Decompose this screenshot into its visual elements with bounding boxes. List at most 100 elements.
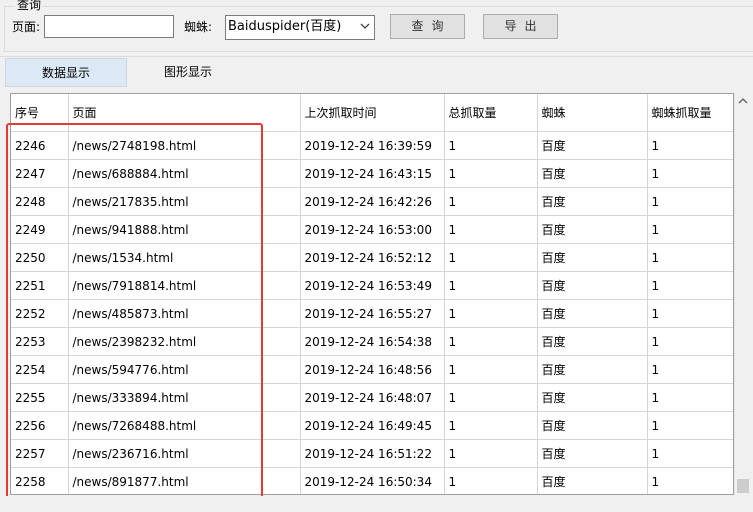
cell-spider: 百度 <box>537 271 648 300</box>
cell-page: /news/236716.html <box>68 439 301 468</box>
cell-total-crawls: 1 <box>444 355 538 384</box>
cell-index: 2253 <box>11 327 69 356</box>
cell-page: /news/1534.html <box>68 243 301 272</box>
page-input[interactable] <box>44 15 174 38</box>
table-row[interactable]: 2256/news/7268488.html 2019-12-24 16:49:4… <box>11 411 733 440</box>
cell-spider-crawls: 1 <box>647 243 733 272</box>
cell-total-crawls: 1 <box>444 271 538 300</box>
cell-spider: 百度 <box>537 299 648 328</box>
cell-total-crawls: 1 <box>444 439 538 468</box>
cell-index: 2251 <box>11 271 69 300</box>
cell-spider: 百度 <box>537 215 648 244</box>
table-row[interactable]: 2254/news/594776.html 2019-12-24 16:48:56… <box>11 355 733 384</box>
col-header-total-crawls[interactable]: 总抓取量 <box>444 94 538 132</box>
table-row[interactable]: 2258/news/891877.html 2019-12-24 16:50:34… <box>11 467 733 494</box>
cell-page: /news/2748198.html <box>68 131 301 160</box>
cell-spider: 百度 <box>537 187 648 216</box>
cell-index: 2258 <box>11 467 69 494</box>
cell-index: 2247 <box>11 159 69 188</box>
cell-spider: 百度 <box>537 131 648 160</box>
cell-last-crawl: 2019-12-24 16:39:59 <box>300 131 445 160</box>
table-row[interactable]: 2255/news/333894.html 2019-12-24 16:48:07… <box>11 383 733 412</box>
table-row[interactable]: 2247/news/688884.html 2019-12-24 16:43:15… <box>11 159 733 188</box>
cell-index: 2255 <box>11 383 69 412</box>
cell-total-crawls: 1 <box>444 159 538 188</box>
cell-last-crawl: 2019-12-24 16:52:12 <box>300 243 445 272</box>
tab-chart-view[interactable]: 图形显示 <box>127 58 249 87</box>
cell-spider-crawls: 1 <box>647 327 733 356</box>
cell-spider-crawls: 1 <box>647 383 733 412</box>
cell-total-crawls: 1 <box>444 383 538 412</box>
cell-page: /news/2398232.html <box>68 327 301 356</box>
cell-spider-crawls: 1 <box>647 187 733 216</box>
col-header-index[interactable]: 序号 <box>11 94 69 132</box>
cell-last-crawl: 2019-12-24 16:55:27 <box>300 299 445 328</box>
table-row[interactable]: 2249/news/941888.html 2019-12-24 16:53:00… <box>11 215 733 244</box>
col-header-last-crawl[interactable]: 上次抓取时间 <box>300 94 445 132</box>
table-header-row: 序号 页面 上次抓取时间 总抓取量 蜘蛛 蜘蛛抓取量 <box>11 94 733 132</box>
tab-data-view[interactable]: 数据显示 <box>5 58 127 87</box>
cell-index: 2248 <box>11 187 69 216</box>
cell-spider-crawls: 1 <box>647 299 733 328</box>
cell-spider-crawls: 1 <box>647 467 733 494</box>
cell-index: 2246 <box>11 131 69 160</box>
cell-spider: 百度 <box>537 159 648 188</box>
cell-total-crawls: 1 <box>444 131 538 160</box>
window-bottom-edge <box>0 496 753 512</box>
cell-index: 2250 <box>11 243 69 272</box>
cell-spider-crawls: 1 <box>647 131 733 160</box>
cell-page: /news/688884.html <box>68 159 301 188</box>
cell-spider: 百度 <box>537 467 648 494</box>
table-row[interactable]: 2257/news/236716.html 2019-12-24 16:51:22… <box>11 439 733 468</box>
cell-last-crawl: 2019-12-24 16:53:00 <box>300 215 445 244</box>
cell-spider-crawls: 1 <box>647 215 733 244</box>
cell-last-crawl: 2019-12-24 16:51:22 <box>300 439 445 468</box>
cell-last-crawl: 2019-12-24 16:48:56 <box>300 355 445 384</box>
cell-spider-crawls: 1 <box>647 411 733 440</box>
cell-last-crawl: 2019-12-24 16:49:45 <box>300 411 445 440</box>
cell-spider: 百度 <box>537 327 648 356</box>
chevron-down-icon <box>360 23 370 29</box>
cell-spider: 百度 <box>537 411 648 440</box>
cell-page: /news/941888.html <box>68 215 301 244</box>
data-table: 序号 页面 上次抓取时间 总抓取量 蜘蛛 蜘蛛抓取量 2246/news/274… <box>11 94 733 494</box>
cell-spider-crawls: 1 <box>647 439 733 468</box>
spider-select[interactable]: Baiduspider(百度) <box>225 15 375 40</box>
cell-total-crawls: 1 <box>444 215 538 244</box>
cell-spider-crawls: 1 <box>647 355 733 384</box>
cell-total-crawls: 1 <box>444 467 538 494</box>
cell-page: /news/891877.html <box>68 467 301 494</box>
cell-total-crawls: 1 <box>444 411 538 440</box>
cell-index: 2257 <box>11 439 69 468</box>
cell-last-crawl: 2019-12-24 16:54:38 <box>300 327 445 356</box>
cell-spider-crawls: 1 <box>647 159 733 188</box>
cell-last-crawl: 2019-12-24 16:48:07 <box>300 383 445 412</box>
data-grid: 序号 页面 上次抓取时间 总抓取量 蜘蛛 蜘蛛抓取量 2246/news/274… <box>10 93 734 495</box>
spider-select-value: Baiduspider(百度) <box>228 19 342 34</box>
export-button[interactable]: 导出 <box>483 14 558 39</box>
table-row[interactable]: 2253/news/2398232.html 2019-12-24 16:54:3… <box>11 327 733 356</box>
table-row[interactable]: 2252/news/485873.html 2019-12-24 16:55:27… <box>11 299 733 328</box>
vertical-scrollbar[interactable] <box>734 93 751 495</box>
table-row[interactable]: 2248/news/217835.html 2019-12-24 16:42:26… <box>11 187 733 216</box>
query-button[interactable]: 查询 <box>390 14 465 39</box>
cell-last-crawl: 2019-12-24 16:53:49 <box>300 271 445 300</box>
scroll-up-arrow-icon[interactable] <box>735 93 751 110</box>
page-label: 页面: <box>12 20 41 34</box>
table-row[interactable]: 2246/news/2748198.html 2019-12-24 16:39:5… <box>11 131 733 160</box>
scroll-thumb[interactable] <box>737 479 749 493</box>
cell-last-crawl: 2019-12-24 16:42:26 <box>300 187 445 216</box>
cell-index: 2249 <box>11 215 69 244</box>
col-header-page[interactable]: 页面 <box>68 94 301 132</box>
query-group-title: 查询 <box>15 0 44 12</box>
cell-spider: 百度 <box>537 383 648 412</box>
cell-index: 2256 <box>11 411 69 440</box>
table-row[interactable]: 2251/news/7918814.html 2019-12-24 16:53:4… <box>11 271 733 300</box>
cell-spider: 百度 <box>537 243 648 272</box>
table-row[interactable]: 2250/news/1534.html 2019-12-24 16:52:12 1 百… <box>11 243 733 272</box>
cell-page: /news/217835.html <box>68 187 301 216</box>
view-tabs: 数据显示 图形显示 <box>0 56 753 89</box>
col-header-spider[interactable]: 蜘蛛 <box>537 94 648 132</box>
col-header-spider-crawls[interactable]: 蜘蛛抓取量 <box>647 94 733 132</box>
cell-page: /news/7918814.html <box>68 271 301 300</box>
